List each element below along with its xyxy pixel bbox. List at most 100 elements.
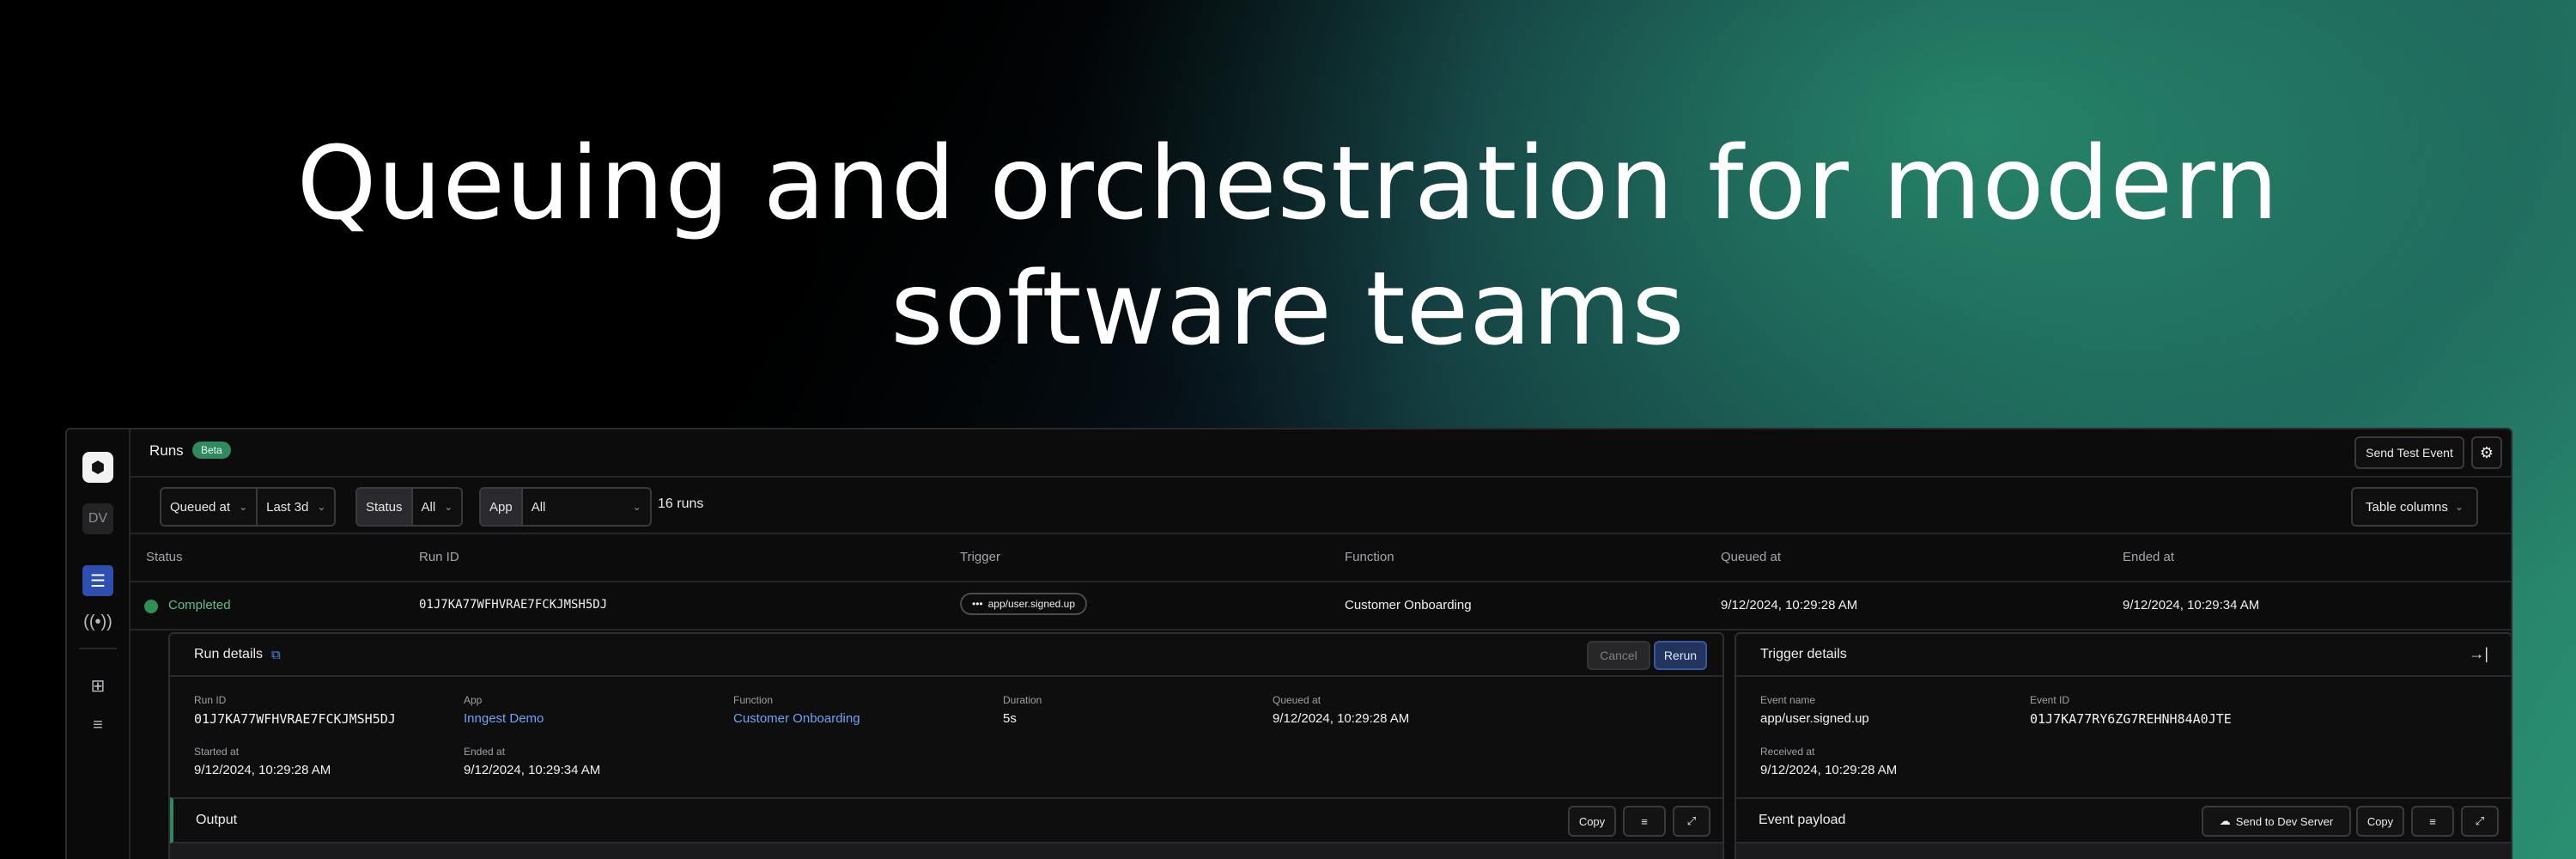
- col-trigger[interactable]: Trigger: [960, 550, 1000, 564]
- settings-gear-icon[interactable]: ⚙: [2471, 436, 2502, 469]
- rerun-button[interactable]: Rerun: [1654, 641, 1707, 670]
- filter-bar: Queued at ⌄ Last 3d ⌄ Status All ⌄ App A…: [131, 478, 2511, 534]
- trigger-name: app/user.signed.up: [987, 598, 1076, 610]
- copy-output-button[interactable]: Copy: [1568, 806, 1616, 837]
- app-select[interactable]: All ⌄: [522, 489, 650, 525]
- col-status[interactable]: Status: [146, 550, 183, 564]
- wrap-lines-icon[interactable]: ≡: [2411, 806, 2454, 837]
- table-row[interactable]: Completed 01J7KA77WFHVRAE7FCKJMSH5DJ •••…: [131, 582, 2511, 631]
- page-title: Runs: [149, 442, 184, 459]
- col-queued-at[interactable]: Queued at: [1721, 550, 1781, 564]
- main-content: Runs Beta Send Test Event ⚙ Queued at ⌄ …: [131, 430, 2511, 859]
- app-link[interactable]: Inngest Demo: [464, 711, 544, 726]
- run-details-header: Run details ⧉ Cancel Rerun: [170, 634, 1722, 677]
- event-payload-bar: Event payload ☁ Send to Dev Server Copy …: [1736, 797, 2511, 844]
- chevron-down-icon: ⌄: [317, 501, 326, 513]
- duration-value: 5s: [1003, 711, 1017, 726]
- ended-at-key: Ended at: [464, 746, 506, 758]
- received-at-key: Received at: [1760, 746, 1815, 758]
- event-name-value: app/user.signed.up: [1760, 711, 1869, 726]
- run-id-key: Run ID: [194, 694, 227, 706]
- app-filter: App All ⌄: [479, 487, 652, 527]
- run-function: Customer Onboarding: [1345, 598, 1472, 612]
- run-ended-at: 9/12/2024, 10:29:34 AM: [2123, 598, 2260, 612]
- collapse-panel-icon[interactable]: →|: [2469, 645, 2488, 663]
- queued-at-field: Queued at 9/12/2024, 10:29:28 AM: [1273, 694, 1409, 726]
- output-body: [170, 844, 1722, 859]
- event-icon: •••: [972, 598, 983, 610]
- col-run-id[interactable]: Run ID: [419, 550, 459, 564]
- run-details-panel: Run details ⧉ Cancel Rerun Run ID 01J7KA…: [168, 632, 1724, 859]
- run-details-title: Run details: [194, 647, 264, 661]
- col-function[interactable]: Function: [1345, 550, 1394, 564]
- status-filter-label: Status: [357, 489, 413, 525]
- function-field: Function Customer Onboarding: [733, 694, 860, 726]
- avatar[interactable]: DV: [82, 503, 113, 534]
- duration-key: Duration: [1003, 694, 1042, 706]
- queued-at-value: 9/12/2024, 10:29:28 AM: [1273, 711, 1410, 726]
- app-filter-label: App: [481, 489, 523, 525]
- queued-at-label: Queued at: [170, 499, 231, 515]
- wrap-lines-icon[interactable]: ≡: [1623, 806, 1666, 837]
- queued-at-select[interactable]: Queued at ⌄: [161, 489, 258, 525]
- duration-field: Duration 5s: [1003, 694, 1042, 726]
- function-link[interactable]: Customer Onboarding: [733, 711, 860, 726]
- copy-payload-button[interactable]: Copy: [2356, 806, 2404, 837]
- headline-line-1: Queuing and orchestration for modern: [296, 124, 2280, 242]
- beta-badge: Beta: [192, 442, 231, 459]
- started-at-key: Started at: [194, 746, 240, 758]
- run-status: Completed: [168, 598, 231, 612]
- trigger-details-title: Trigger details: [1760, 647, 1847, 661]
- ended-at-field: Ended at 9/12/2024, 10:29:34 AM: [464, 746, 600, 777]
- event-id-value: 01J7KA77RY6ZG7REHNH84A0JTE: [2030, 711, 2232, 727]
- ended-at-value: 9/12/2024, 10:29:34 AM: [464, 763, 601, 777]
- col-ended-at[interactable]: Ended at: [2123, 550, 2174, 564]
- event-name-field: Event name app/user.signed.up: [1760, 694, 1869, 726]
- hero-headline: Queuing and orchestration for modern sof…: [0, 120, 2576, 371]
- expand-icon[interactable]: ⤢: [1673, 806, 1710, 837]
- events-icon[interactable]: ((•)): [82, 606, 113, 637]
- table-columns-label: Table columns: [2366, 499, 2448, 515]
- trigger-pill[interactable]: ••• app/user.signed.up: [960, 593, 1088, 615]
- output-bar: Output Copy ≡ ⤢: [170, 797, 1722, 844]
- run-id-field: Run ID 01J7KA77WFHVRAE7FCKJMSH5DJ: [194, 694, 396, 727]
- cloud-upload-icon: ☁: [2219, 814, 2231, 827]
- list-icon[interactable]: ≡: [82, 710, 113, 740]
- sidebar-divider: [79, 648, 117, 649]
- chevron-down-icon: ⌄: [239, 501, 248, 513]
- runs-icon[interactable]: ☰: [82, 565, 113, 596]
- sidebar: ⬢ DV ☰ ((•)) ⊞ ≡: [67, 430, 131, 859]
- chevron-down-icon: ⌄: [632, 501, 641, 513]
- status-select[interactable]: All ⌄: [412, 489, 462, 525]
- run-id: 01J7KA77WFHVRAE7FCKJMSH5DJ: [419, 598, 608, 612]
- output-title: Output: [196, 813, 238, 827]
- trigger-details-header: Trigger details →|: [1736, 634, 2511, 677]
- started-at-value: 9/12/2024, 10:29:28 AM: [194, 763, 331, 777]
- inngest-logo-icon[interactable]: ⬢: [82, 452, 113, 483]
- table-columns-button[interactable]: Table columns ⌄: [2351, 487, 2478, 527]
- function-key: Function: [733, 694, 774, 706]
- app-value: All: [531, 499, 546, 515]
- status-filter: Status All ⌄: [355, 487, 464, 527]
- status-dot-icon: [144, 600, 158, 613]
- queued-at-filter: Queued at ⌄ Last 3d ⌄: [160, 487, 337, 527]
- event-id-field: Event ID 01J7KA77RY6ZG7REHNH84A0JTE: [2030, 694, 2232, 727]
- event-payload-title: Event payload: [1759, 813, 1846, 827]
- cancel-button[interactable]: Cancel: [1587, 641, 1650, 670]
- external-link-icon[interactable]: ⧉: [271, 648, 281, 662]
- headline-line-2: software teams: [890, 249, 1686, 368]
- table-header: Status Run ID Trigger Function Queued at…: [131, 534, 2511, 582]
- received-at-field: Received at 9/12/2024, 10:29:28 AM: [1760, 746, 1897, 777]
- time-range-select[interactable]: Last 3d ⌄: [258, 489, 335, 525]
- send-to-dev-server-button[interactable]: ☁ Send to Dev Server: [2202, 806, 2351, 837]
- expand-icon[interactable]: ⤢: [2461, 806, 2499, 837]
- apps-icon[interactable]: ⊞: [82, 670, 113, 701]
- chevron-down-icon: ⌄: [2454, 501, 2464, 513]
- send-test-event-button[interactable]: Send Test Event: [2354, 436, 2464, 469]
- received-at-value: 9/12/2024, 10:29:28 AM: [1760, 763, 1898, 777]
- event-name-key: Event name: [1760, 694, 1816, 706]
- top-bar: Runs Beta Send Test Event ⚙: [131, 430, 2511, 478]
- app-key: App: [464, 694, 483, 706]
- status-value: All: [421, 499, 436, 515]
- run-queued-at: 9/12/2024, 10:29:28 AM: [1721, 598, 1858, 612]
